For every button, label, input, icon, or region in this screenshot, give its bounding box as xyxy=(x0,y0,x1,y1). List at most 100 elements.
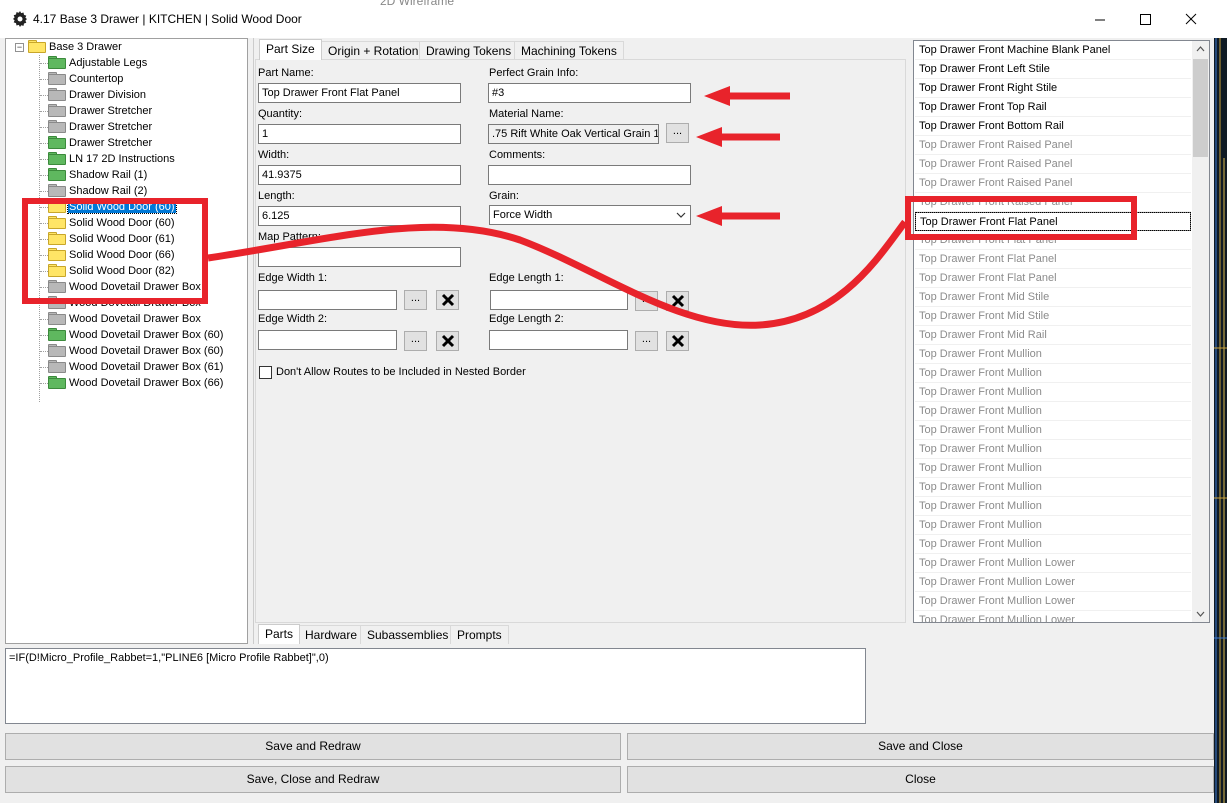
edge-width-2-label: Edge Width 2: xyxy=(258,313,328,325)
tree-item[interactable]: Adjustable Legs xyxy=(48,55,148,71)
edge-width-2-input[interactable] xyxy=(258,330,397,350)
parts-list-item[interactable]: Top Drawer Front Mullion xyxy=(915,364,1191,383)
tree-item[interactable]: Shadow Rail (1) xyxy=(48,167,148,183)
tab-subassemblies[interactable]: Subassemblies xyxy=(360,625,456,644)
save-close-redraw-button[interactable]: Save, Close and Redraw xyxy=(5,766,621,793)
map-pattern-input[interactable] xyxy=(258,247,461,267)
scroll-down-icon xyxy=(1196,611,1205,617)
edge-width-1-clear-button[interactable] xyxy=(436,290,459,310)
parts-list-scrollbar[interactable] xyxy=(1192,41,1209,622)
edge-length-2-browse-button[interactable]: ... xyxy=(635,331,658,351)
tree-root[interactable]: Base 3 Drawer xyxy=(28,39,123,55)
tree-item[interactable]: Countertop xyxy=(48,71,124,87)
scroll-thumb[interactable] xyxy=(1193,59,1208,157)
perfect-grain-input[interactable]: #3 xyxy=(488,83,691,103)
quantity-input[interactable]: 1 xyxy=(258,124,461,144)
tree-item[interactable]: Drawer Stretcher xyxy=(48,119,153,135)
comments-input[interactable] xyxy=(488,165,691,185)
parts-list-item[interactable]: Top Drawer Front Mullion xyxy=(915,478,1191,497)
tree-item[interactable]: Wood Dovetail Drawer Box (61) xyxy=(48,359,224,375)
material-name-input[interactable]: .75 Rift White Oak Vertical Grain 1( xyxy=(488,124,659,144)
clear-x-icon xyxy=(441,293,455,307)
parts-list-item[interactable]: Top Drawer Front Raised Panel xyxy=(915,174,1191,193)
tab-prompts[interactable]: Prompts xyxy=(450,625,509,644)
parts-list-item[interactable]: Top Drawer Front Mid Rail xyxy=(915,326,1191,345)
tree-item-label: Wood Dovetail Drawer Box (60) xyxy=(69,345,224,357)
parts-list-item[interactable]: Top Drawer Front Mullion xyxy=(915,440,1191,459)
parts-list-item[interactable]: Top Drawer Front Flat Panel xyxy=(915,250,1191,269)
parts-list-item[interactable]: Top Drawer Front Left Stile xyxy=(915,60,1191,79)
parts-list-item[interactable]: Top Drawer Front Mullion xyxy=(915,497,1191,516)
edge-length-2-label: Edge Length 2: xyxy=(489,313,564,325)
assembly-tree[interactable]: − Base 3 Drawer Adjustable Legs Counterto… xyxy=(5,38,248,644)
parts-list-item[interactable]: Top Drawer Front Mullion xyxy=(915,459,1191,478)
tab-part-size[interactable]: Part Size xyxy=(259,39,322,60)
close-button[interactable]: Close xyxy=(627,766,1214,793)
parts-list-item[interactable]: Top Drawer Front Raised Panel xyxy=(915,136,1191,155)
grain-select[interactable]: Force Width xyxy=(489,205,691,225)
tree-item[interactable]: LN 17 2D Instructions xyxy=(48,151,176,167)
parts-list-item[interactable]: Top Drawer Front Mullion xyxy=(915,535,1191,554)
parts-list-item[interactable]: Top Drawer Front Mullion xyxy=(915,383,1191,402)
parts-list-item[interactable]: Top Drawer Front Flat Panel xyxy=(915,269,1191,288)
formula-box[interactable]: =IF(D!Micro_Profile_Rabbet=1,"PLINE6 [Mi… xyxy=(5,648,866,724)
edge-length-1-input[interactable] xyxy=(490,290,628,310)
tab-parts[interactable]: Parts xyxy=(258,624,301,644)
parts-list-item[interactable]: Top Drawer Front Machine Blank Panel xyxy=(915,41,1191,60)
perfect-grain-label: Perfect Grain Info: xyxy=(489,67,579,79)
parts-list-item[interactable]: Top Drawer Front Mullion xyxy=(915,421,1191,440)
parts-list-item[interactable]: Top Drawer Front Mullion Lower xyxy=(915,554,1191,573)
tree-item-label: Wood Dovetail Drawer Box xyxy=(69,313,201,325)
tree-item[interactable]: Drawer Division xyxy=(48,87,147,103)
edge-length-1-clear-button[interactable] xyxy=(666,291,689,311)
tree-item-label: Wood Dovetail Drawer Box (60) xyxy=(69,329,224,341)
material-browse-button[interactable]: ... xyxy=(666,123,689,143)
collapse-toggle[interactable]: − xyxy=(15,43,24,52)
tree-item[interactable]: Wood Dovetail Drawer Box xyxy=(48,311,202,327)
scroll-up-icon xyxy=(1196,46,1205,52)
edge-length-2-clear-button[interactable] xyxy=(666,331,689,351)
save-and-redraw-button[interactable]: Save and Redraw xyxy=(5,733,621,760)
parts-list-item[interactable]: Top Drawer Front Mid Stile xyxy=(915,288,1191,307)
close-window-button[interactable] xyxy=(1177,6,1205,32)
tree-item[interactable]: Drawer Stretcher xyxy=(48,103,153,119)
tree-item[interactable]: Shadow Rail (2) xyxy=(48,183,148,199)
edge-length-2-input[interactable] xyxy=(489,330,628,350)
edge-width-1-browse-button[interactable]: ... xyxy=(404,290,427,310)
edge-width-2-clear-button[interactable] xyxy=(436,331,459,351)
part-name-input[interactable]: Top Drawer Front Flat Panel xyxy=(258,83,461,103)
length-input[interactable]: 6.125 xyxy=(258,206,461,226)
tab-drawing-tokens[interactable]: Drawing Tokens xyxy=(419,41,519,60)
tab-origin-rotation[interactable]: Origin + Rotation xyxy=(321,41,426,60)
edge-width-2-browse-button[interactable]: ... xyxy=(404,331,427,351)
close-icon xyxy=(1185,13,1197,25)
width-input[interactable]: 41.9375 xyxy=(258,165,461,185)
parts-list-item[interactable]: Top Drawer Front Mullion Lower xyxy=(915,611,1191,622)
tree-item[interactable]: Wood Dovetail Drawer Box (60) xyxy=(48,343,224,359)
parts-list-item[interactable]: Top Drawer Front Mullion Lower xyxy=(915,573,1191,592)
parts-list-item[interactable]: Top Drawer Front Mullion xyxy=(915,516,1191,535)
parts-list[interactable]: Top Drawer Front Machine Blank Panel Top … xyxy=(913,40,1210,623)
edge-length-1-browse-button[interactable]: ... xyxy=(635,291,658,311)
parts-list-item[interactable]: Top Drawer Front Mullion xyxy=(915,402,1191,421)
tree-item[interactable]: Drawer Stretcher xyxy=(48,135,153,151)
save-and-close-button[interactable]: Save and Close xyxy=(627,733,1214,760)
parts-list-item[interactable]: Top Drawer Front Bottom Rail xyxy=(915,117,1191,136)
tree-item-label: Drawer Stretcher xyxy=(69,121,153,133)
tree-item[interactable]: Wood Dovetail Drawer Box (66) xyxy=(48,375,224,391)
no-routes-checkbox[interactable] xyxy=(259,366,272,379)
tab-machining-tokens[interactable]: Machining Tokens xyxy=(514,41,624,60)
parts-list-item[interactable]: Top Drawer Front Top Rail xyxy=(915,98,1191,117)
maximize-button[interactable] xyxy=(1131,6,1159,32)
parts-list-item[interactable]: Top Drawer Front Raised Panel xyxy=(915,155,1191,174)
grain-label: Grain: xyxy=(489,190,519,202)
parts-list-item[interactable]: Top Drawer Front Right Stile xyxy=(915,79,1191,98)
tree-item[interactable]: Wood Dovetail Drawer Box (60) xyxy=(48,327,224,343)
minimize-button[interactable] xyxy=(1086,6,1114,32)
parts-list-item[interactable]: Top Drawer Front Mullion Lower xyxy=(915,592,1191,611)
parts-list-item[interactable]: Top Drawer Front Mid Stile xyxy=(915,307,1191,326)
panel-splitter[interactable] xyxy=(248,38,254,644)
parts-list-item[interactable]: Top Drawer Front Mullion xyxy=(915,345,1191,364)
tab-hardware[interactable]: Hardware xyxy=(298,625,365,644)
edge-width-1-input[interactable] xyxy=(258,290,397,310)
